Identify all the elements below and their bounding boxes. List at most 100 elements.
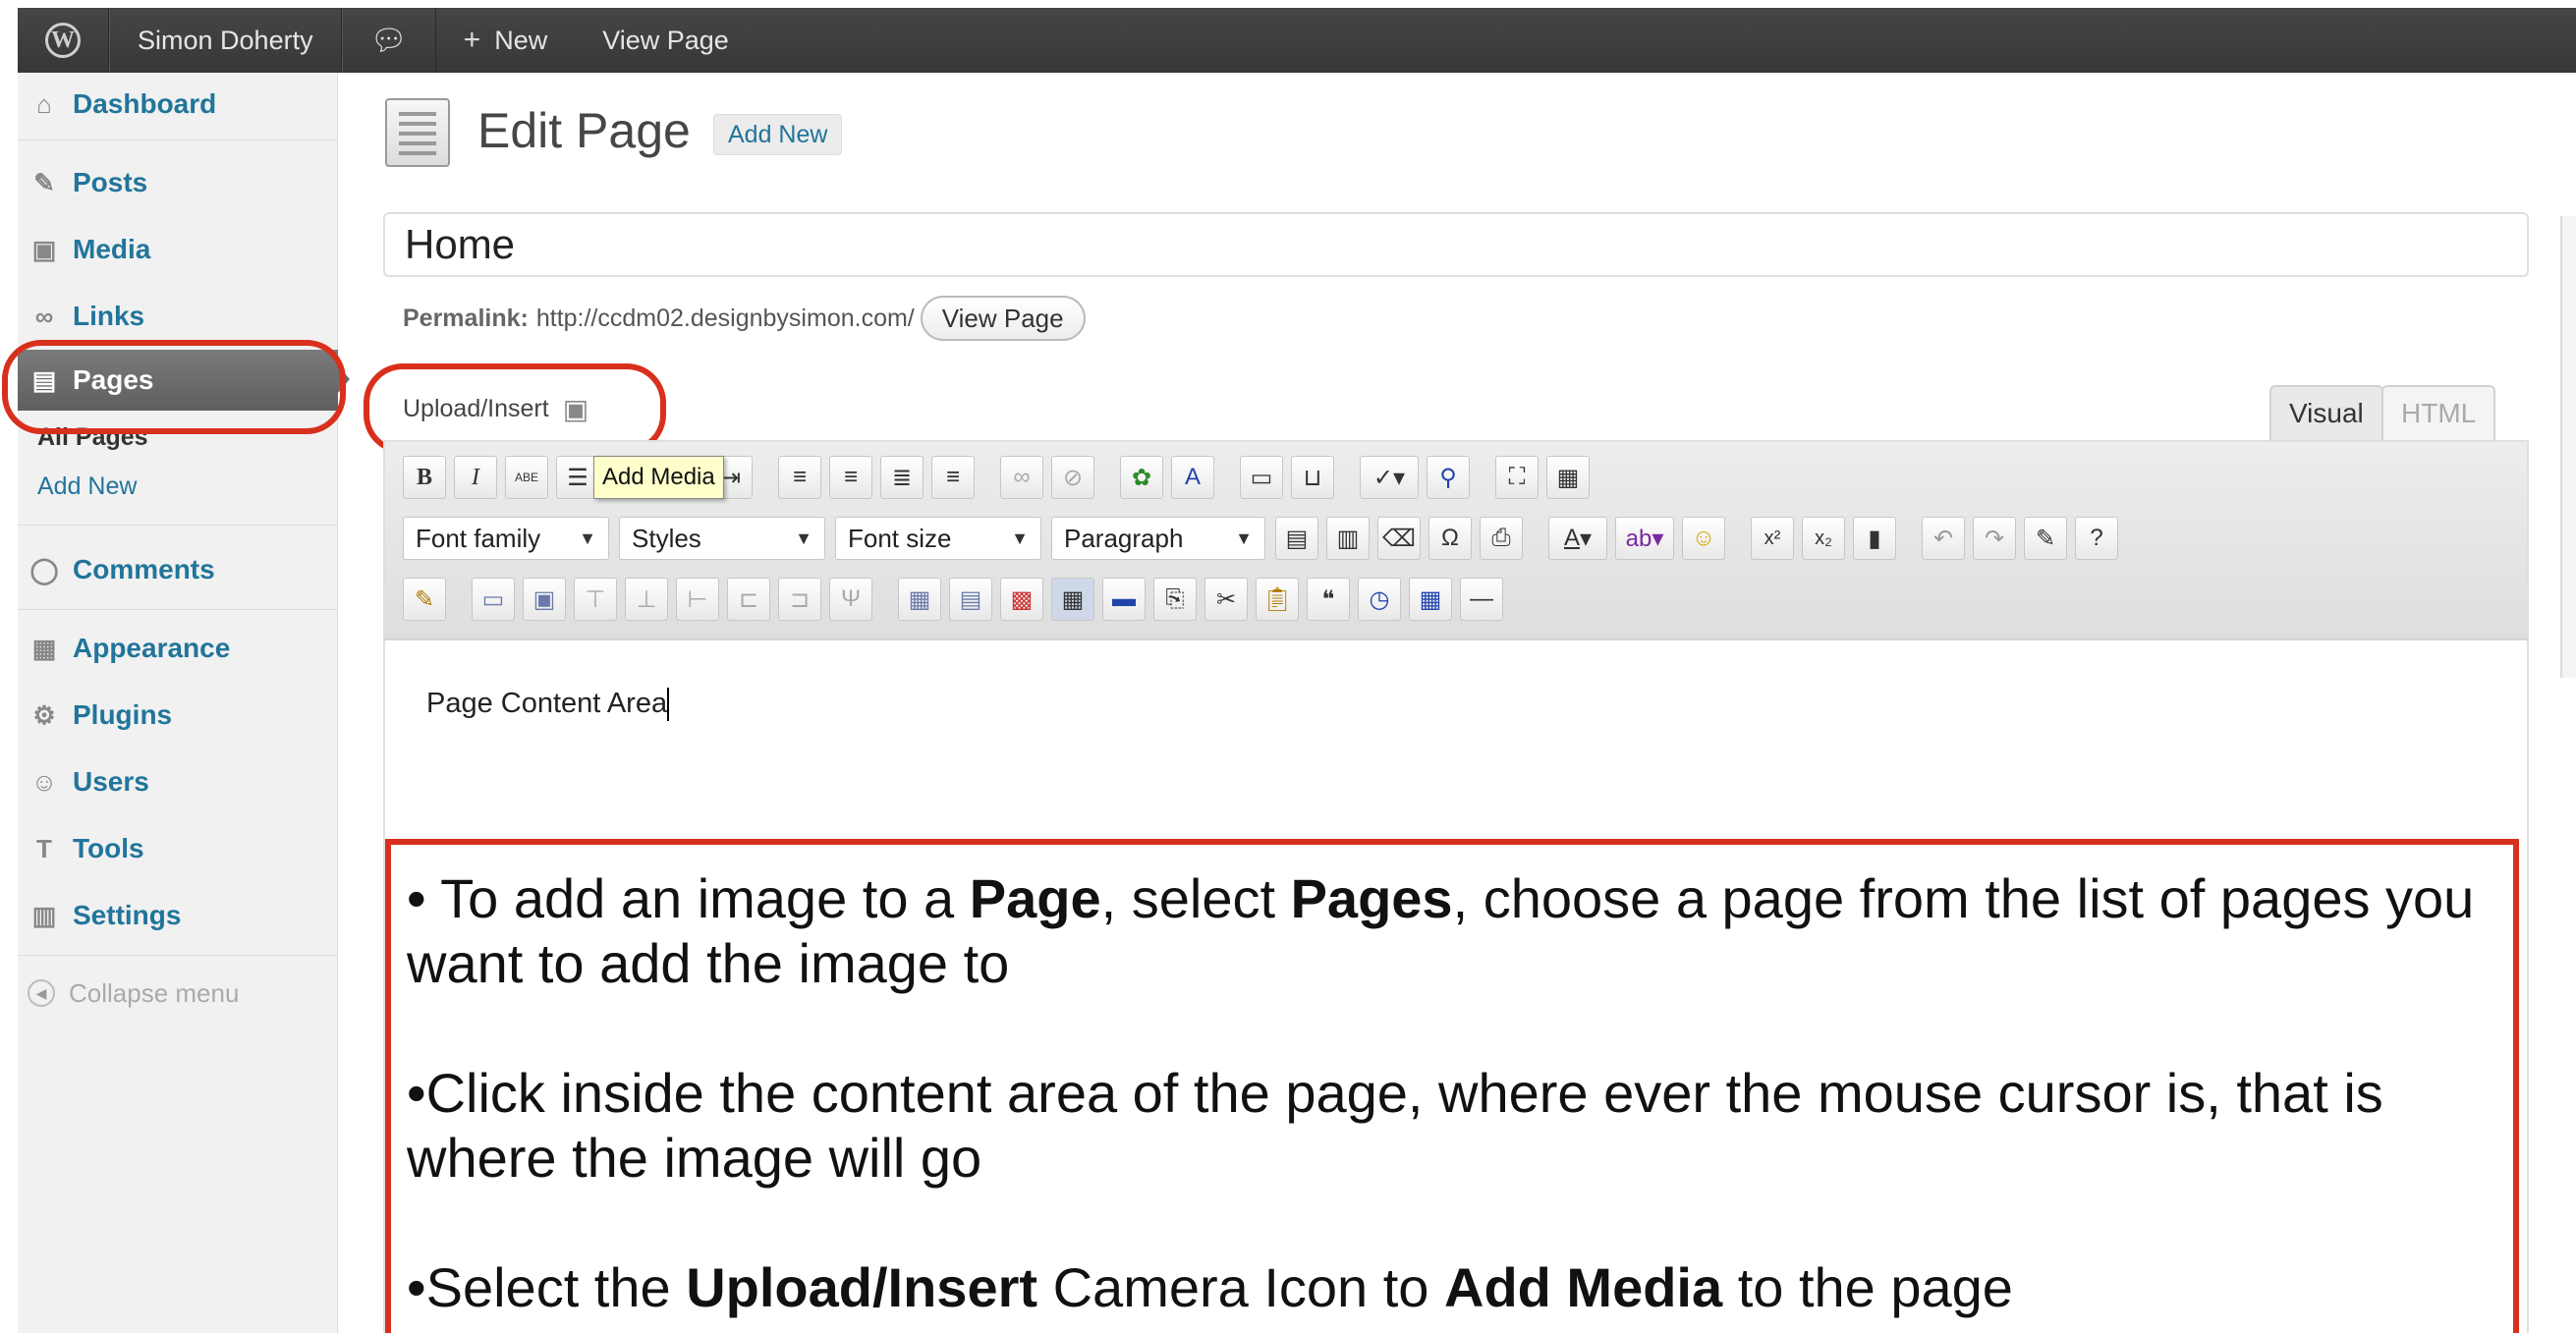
edit-icon[interactable]: ✎ [403,578,446,621]
sidebar-item-label: Settings [73,900,182,930]
permalink-url[interactable]: http://ccdm02.designbysimon.com/ [536,305,915,333]
wp-logo-menu[interactable]: W [18,8,109,73]
smiley-icon[interactable]: ☺ [1682,517,1725,560]
print-icon[interactable]: ⎙ [1480,517,1523,560]
toolbar-row-3: ✎ ▭ ▣ ⊤ ⊥ ⊢ ⊏ ⊐ Ψ ▦ ▤ ▩ ▦ ▬ ⎘ ✂ 📋︎ ❝ ◷ ▦… [403,578,1511,621]
text-style-button[interactable]: A [1171,456,1214,499]
help-icon[interactable]: ? [2075,517,2118,560]
sidebar-item-posts[interactable]: ✎ Posts [18,155,338,210]
admin-sidebar: ⌂ Dashboard ✎ Posts ▣ Media ∞ Links ▤ Pa… [18,73,350,1333]
toolbar-row-1: B I ABE ☰ ☷ ⇤ ⇥ ≡ ≡ ≣ ≡ ∞ ⊘ ✿ A ▭ ⊔ ✓▾ ⚲… [403,456,1597,499]
spellcheck-button[interactable]: ✓▾ [1360,456,1419,499]
insert-col-after-button[interactable]: ⊐ [778,578,821,621]
align-center-button[interactable]: ≡ [829,456,872,499]
insert-image-button[interactable]: ✿ [1120,456,1163,499]
format-select[interactable]: Paragraph ▼ [1051,517,1265,560]
more-tag-button[interactable]: ⊔ [1291,456,1334,499]
redo-button[interactable]: ↷ [1973,517,2016,560]
plug-icon: ⚙ [32,699,56,730]
collapse-arrow-icon: ◀ [28,979,55,1007]
insert-col-before-button[interactable]: ⊏ [727,578,770,621]
instruction-3: •Select the Upload/Insert Camera Icon to… [407,1256,2013,1318]
eraser-icon[interactable]: ⌫ [1377,517,1421,560]
content-editor-body[interactable]: Page Content Area [426,688,670,722]
view-page-link[interactable]: View Page [575,8,756,73]
users-icon: ☺ [30,766,58,797]
sidebar-item-comments[interactable]: ◯ Comments [18,542,338,597]
cut-icon[interactable]: ✂ [1204,578,1248,621]
superscript-button[interactable]: x² [1751,517,1794,560]
page-break-button[interactable]: ▭ [1240,456,1283,499]
view-page-button[interactable]: View Page [920,296,1086,341]
sidebar-item-dashboard[interactable]: ⌂ Dashboard [18,77,338,132]
delete-table-button[interactable]: ▩ [1000,578,1043,621]
text-color-button[interactable]: A ▾ [1548,517,1607,560]
submenu-all-pages[interactable]: All Pages [37,413,338,462]
insert-table-button[interactable]: ▦ [1051,578,1094,621]
paste-text-button[interactable]: ▤ [1275,517,1318,560]
undo-button[interactable]: ↶ [1922,517,1965,560]
sidebar-item-pages[interactable]: ▤ Pages [18,350,338,411]
camera-icon[interactable]: ▣ [563,393,588,425]
find-button[interactable]: ⚲ [1427,456,1470,499]
menu-separator [18,609,338,610]
tools-icon: T [36,833,52,863]
sidebar-item-links[interactable]: ∞ Links [18,289,338,344]
upload-insert-button[interactable]: Upload/Insert ▣ [403,393,588,425]
delete-row-button[interactable]: ⊢ [676,578,719,621]
table-row-props-button[interactable]: ▭ [472,578,515,621]
hr-line-button[interactable]: — [1460,578,1503,621]
special-char-button[interactable]: Ω [1428,517,1472,560]
comments-link[interactable]: 💬︎ [341,8,436,73]
align-justify-button[interactable]: ≣ [880,456,924,499]
styles-select[interactable]: Styles ▼ [619,517,825,560]
paste-button[interactable]: 📋︎ [1256,578,1299,621]
sidebar-item-media[interactable]: ▣ Media [18,222,338,277]
align-right-button[interactable]: ≡ [931,456,975,499]
highlight-color-button[interactable]: ab▾ [1615,517,1674,560]
tab-html[interactable]: HTML [2381,385,2496,440]
bold-button[interactable]: B [403,456,446,499]
menu-separator [18,955,338,956]
sidebar-item-users[interactable]: ☺ Users [18,754,338,809]
table-cell-props-button[interactable]: ▣ [523,578,566,621]
delete-col-button[interactable]: Ψ [829,578,872,621]
sidebar-item-tools[interactable]: T Tools [18,821,338,876]
strikethrough-button[interactable]: ABE [505,456,548,499]
font-family-select[interactable]: Font family ▼ [403,517,609,560]
sidebar-item-settings[interactable]: ▥ Settings [18,888,338,943]
edit-css-button[interactable]: ✎ [2024,517,2067,560]
insert-row-after-button[interactable]: ⊥ [625,578,668,621]
unlink-button[interactable]: ⊘ [1051,456,1094,499]
add-new-page-button[interactable]: Add New [713,114,843,155]
italic-button[interactable]: I [454,456,497,499]
site-name-label: Simon Doherty [138,25,313,55]
site-name-link[interactable]: Simon Doherty [109,8,342,73]
blockquote-icon[interactable]: ❝ [1307,578,1350,621]
merge-cells-button[interactable]: ▤ [949,578,992,621]
split-cells-button[interactable]: ▦ [898,578,941,621]
font-size-select[interactable]: Font size ▼ [835,517,1041,560]
horizontal-rule-button[interactable]: ▬ [1102,578,1146,621]
copy-button[interactable]: ⎘ [1153,578,1197,621]
link-button[interactable]: ∞ [1000,456,1043,499]
media-icon[interactable]: ▮ [1853,517,1896,560]
superscript-glyph: x² [1764,527,1781,549]
collapse-menu-button[interactable]: ◀ Collapse menu [28,969,239,1018]
insert-row-before-button[interactable]: ⊤ [574,578,617,621]
sidebar-item-plugins[interactable]: ⚙ Plugins [18,688,338,743]
subscript-button[interactable]: x₂ [1802,517,1845,560]
fullscreen-button[interactable]: ⛶ [1495,456,1539,499]
kitchen-sink-button[interactable]: ▦ [1546,456,1590,499]
submenu-add-new[interactable]: Add New [37,462,338,511]
align-left-button[interactable]: ≡ [778,456,821,499]
sidebar-item-label: Dashboard [73,88,217,119]
calendar-icon[interactable]: ▦ [1409,578,1452,621]
sidebar-item-appearance[interactable]: ▦ Appearance [18,621,338,676]
new-content-link[interactable]: + New [436,8,576,73]
clock-icon[interactable]: ◷ [1358,578,1401,621]
page-title-input[interactable]: Home [383,212,2529,277]
tab-visual[interactable]: Visual [2269,385,2383,440]
italic-glyph: I [472,464,479,490]
paste-word-button[interactable]: ▥ [1326,517,1370,560]
